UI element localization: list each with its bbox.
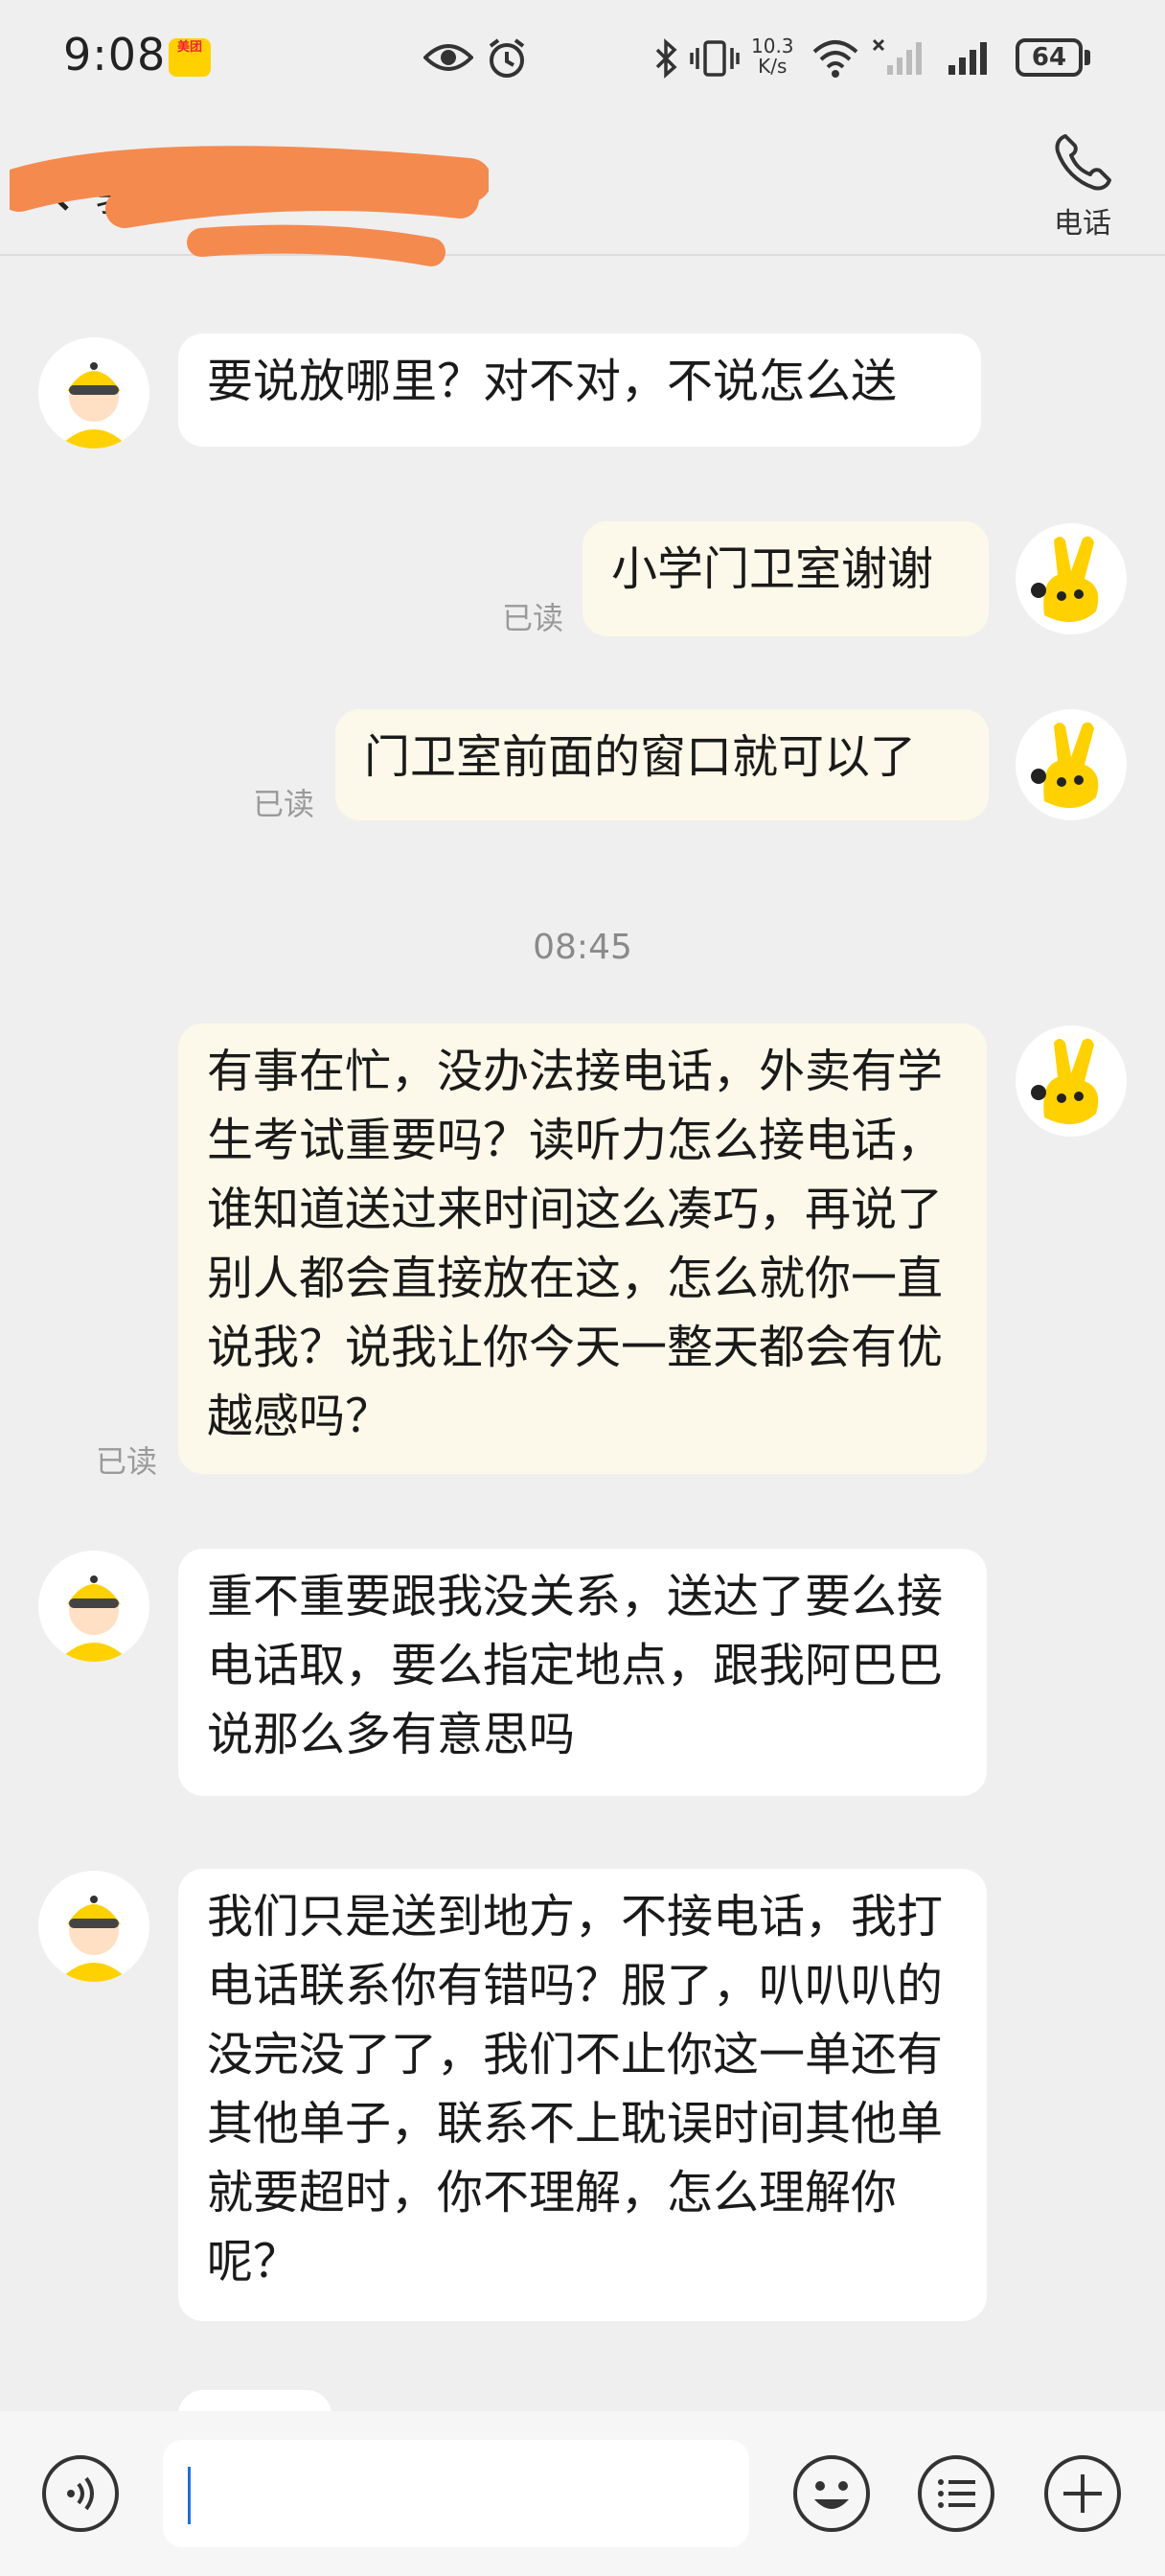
wifi-icon — [812, 40, 858, 78]
signal-sim2-icon — [948, 42, 987, 75]
my-avatar[interactable] — [1016, 523, 1127, 634]
text-cursor — [188, 2467, 191, 2524]
rider-avatar[interactable] — [38, 1551, 149, 1662]
call-button[interactable]: 电话 — [1044, 130, 1121, 245]
meituan-app-icon: 美团 — [169, 38, 211, 77]
rider-icon — [57, 1576, 130, 1662]
message-input[interactable] — [163, 2440, 749, 2547]
voice-button[interactable] — [40, 2453, 121, 2534]
quick-reply-button[interactable] — [916, 2453, 996, 2534]
plus-icon — [1044, 2455, 1121, 2532]
message-bubble-me[interactable]: 门卫室前面的窗口就可以了 — [335, 709, 989, 820]
time-separator: 08:45 — [533, 928, 632, 967]
read-receipt: 已读 — [502, 600, 564, 636]
list-icon — [918, 2455, 994, 2532]
voice-icon — [42, 2455, 119, 2532]
alarm-icon — [489, 38, 525, 78]
yellow-hand-icon — [1031, 536, 1099, 623]
rider-avatar[interactable] — [38, 337, 149, 448]
input-bar — [0, 2411, 1165, 2576]
my-avatar[interactable] — [1016, 709, 1127, 820]
network-speed: 10.3 K/s — [751, 34, 794, 78]
eye-icon — [423, 44, 473, 71]
battery-cap — [1085, 50, 1090, 65]
message-bubble-me[interactable]: 有事在忙，没办法接电话，外卖有学生考试重要吗？读听力怎么接电话，谁知道送过来时间… — [178, 1024, 987, 1474]
rider-icon — [57, 362, 130, 448]
bluetooth-icon — [655, 38, 677, 79]
battery-indicator: 64 — [1016, 38, 1083, 77]
call-label: 电话 — [1054, 207, 1111, 241]
message-bubble-rider[interactable]: 我们只是送到地方，不接电话，我打电话联系你有错吗？服了，叭叭叭的没完没了了，我们… — [178, 1869, 987, 2321]
message-bubble-rider[interactable]: 重不重要跟我没关系，送达了要么接电话取，要么指定地点，跟我阿巴巴说那么多有意思吗 — [178, 1549, 987, 1796]
smiley-icon — [793, 2455, 870, 2532]
rider-avatar[interactable] — [38, 1871, 149, 1982]
phone-icon — [1055, 134, 1111, 191]
status-time: 9:08 — [63, 29, 167, 80]
message-bubble-me[interactable]: 小学门卫室谢谢 — [582, 521, 989, 636]
chat-header: 骑手... 电话 — [0, 115, 1165, 266]
rider-icon — [57, 1896, 130, 1982]
read-receipt: 已读 — [253, 786, 315, 822]
yellow-hand-icon — [1031, 722, 1099, 809]
status-bar: 9:08 美团 10.3 K/s 64 — [0, 0, 1165, 115]
emoji-button[interactable] — [791, 2453, 872, 2534]
redaction-scribble — [10, 146, 489, 266]
signal-sim1-icon — [872, 38, 922, 75]
yellow-hand-icon — [1031, 1038, 1099, 1125]
vibrate-icon — [690, 40, 740, 77]
my-avatar[interactable] — [1016, 1025, 1127, 1137]
read-receipt: 已读 — [96, 1443, 158, 1480]
more-button[interactable] — [1042, 2453, 1123, 2534]
message-bubble-rider[interactable]: 要说放哪里？对不对，不说怎么送 — [178, 334, 981, 447]
